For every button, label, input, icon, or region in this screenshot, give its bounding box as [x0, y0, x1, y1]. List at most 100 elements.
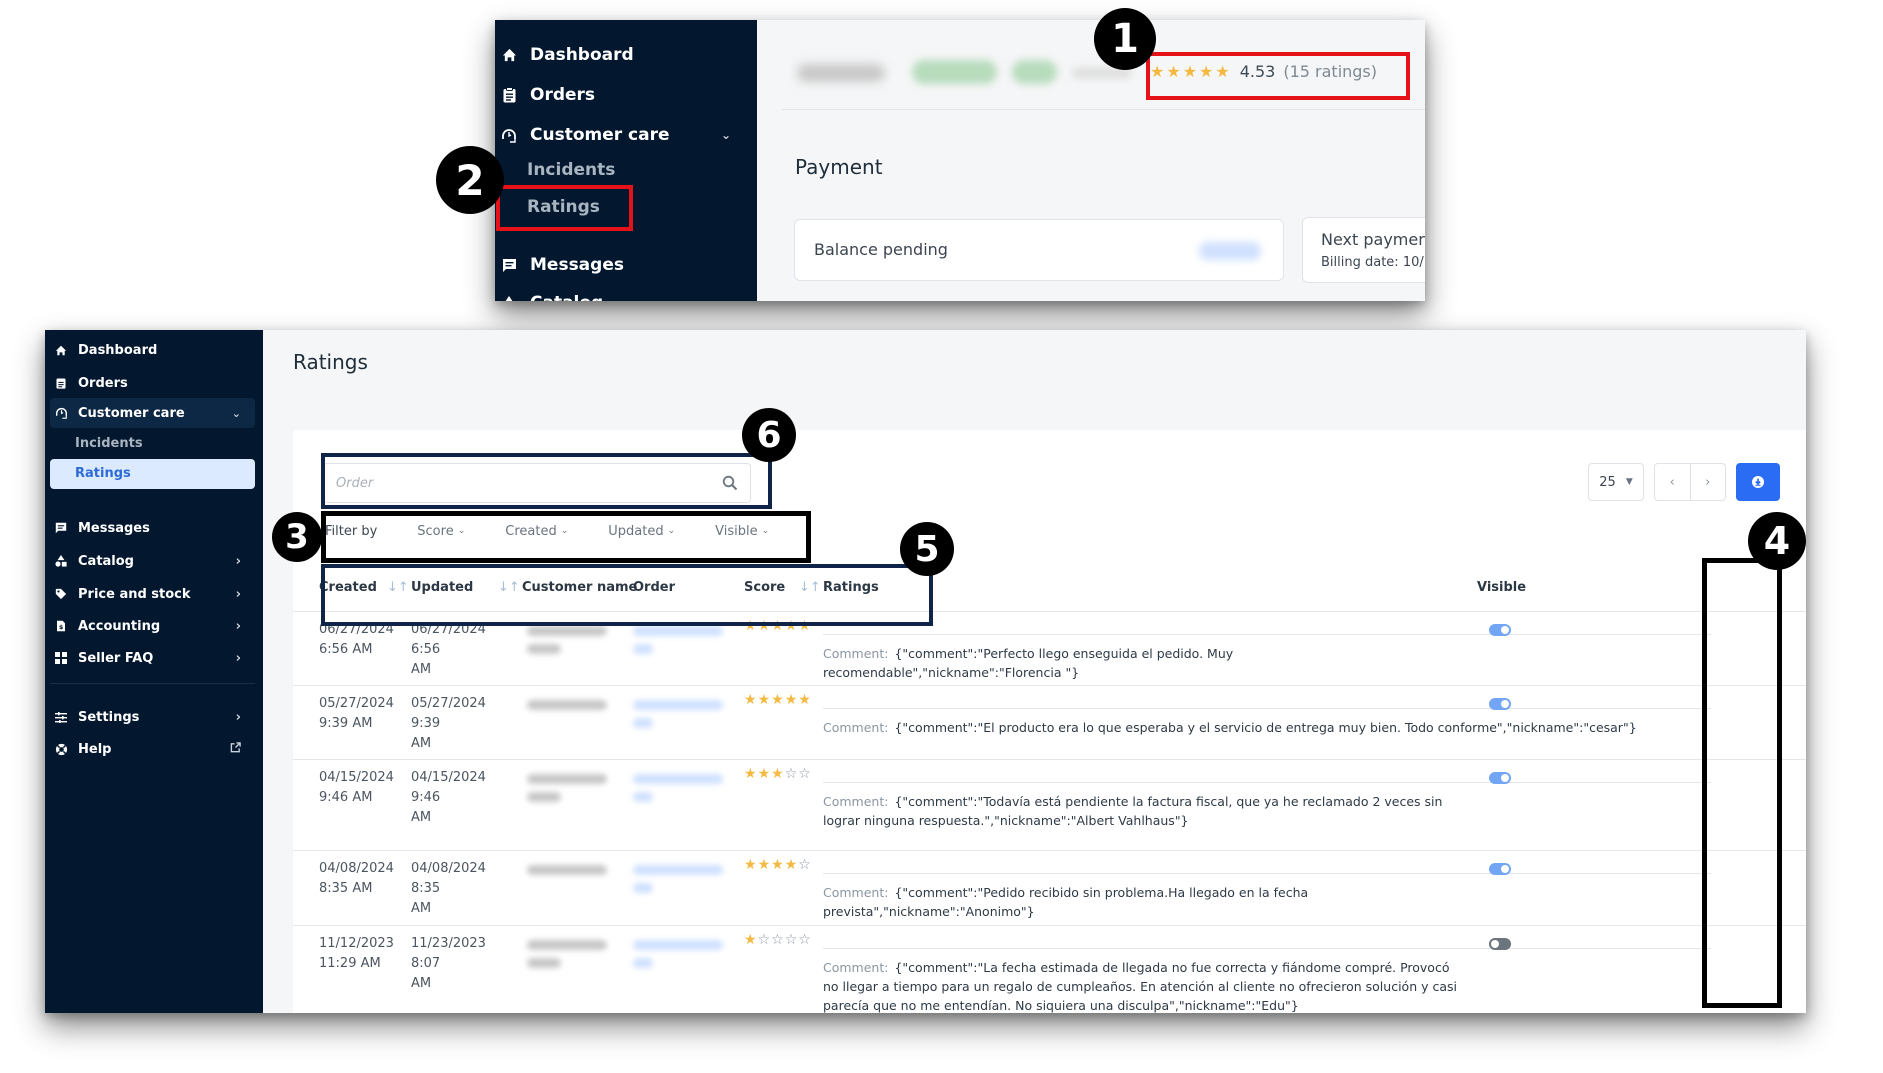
toggle-knob [1501, 865, 1509, 873]
comment-text: {"comment":"Pedido recibido sin problema… [823, 885, 1309, 919]
table-row: 06/27/2024 6:56 AM 06/27/2024 6:56 AM ★★★★★ C… [293, 612, 1806, 686]
annotation-badge-5: 5 [900, 522, 954, 576]
chevron-down-icon: ⌄ [667, 526, 676, 536]
score-stars: ★★★★★ [744, 692, 812, 708]
star-filled-icon: ★ [771, 857, 785, 873]
star-filled-icon: ★ [757, 692, 772, 708]
updated-date: 04/08/2024 8:35 AM [411, 861, 486, 916]
order-link-redacted[interactable] [633, 774, 723, 784]
star-filled-icon: ★ [784, 857, 799, 873]
sidebar-item-label: Accounting [78, 618, 161, 634]
clipboard-icon [500, 87, 518, 103]
filter-label: Visible [715, 523, 758, 539]
sidebar-subitem-incidents[interactable]: Incidents [75, 436, 143, 451]
sort-icon[interactable]: ↓↑ [387, 580, 409, 595]
filter-updated-dropdown[interactable]: Updated ⌄ [608, 524, 675, 539]
sort-icon[interactable]: ↓↑ [498, 580, 520, 595]
sidebar-item-settings[interactable]: Settings › [45, 703, 263, 731]
sidebar-item-customer-care[interactable]: Customer care ⌄ [45, 399, 263, 427]
column-header-created[interactable]: Created [319, 580, 377, 595]
sidebar-item-catalog[interactable]: Catalog › [45, 547, 263, 575]
order-search-field[interactable] [323, 463, 751, 503]
star-filled-icon: ★ [744, 692, 758, 708]
created-date: 04/08/2024 8:35 AM [319, 861, 394, 896]
visible-toggle[interactable] [1489, 938, 1511, 950]
comment-label: Comment: [823, 960, 889, 975]
rating-summary[interactable]: ★★★★★ 4.53 (15 ratings) [1150, 62, 1377, 81]
sidebar-subitem-ratings[interactable]: Ratings [527, 197, 600, 217]
updated-date: 04/15/2024 9:46 AM [411, 770, 486, 825]
download-button[interactable] [1736, 463, 1780, 501]
score-stars: ★★★★★ [744, 618, 812, 634]
order-link-redacted[interactable] [633, 644, 653, 654]
sidebar-item-label: Customer care [530, 125, 670, 145]
sidebar-item-seller-faq[interactable]: Seller FAQ › [45, 644, 263, 672]
sort-icon[interactable]: ↓↑ [799, 580, 821, 595]
customer-name-redacted [527, 940, 607, 950]
star-empty-icon: ☆ [784, 932, 799, 948]
sidebar-item-price-and-stock[interactable]: Price and stock › [45, 580, 263, 608]
comment-label: Comment: [823, 646, 889, 661]
column-header-order: Order [633, 580, 675, 595]
visible-toggle[interactable] [1489, 772, 1511, 784]
rating-comment: Comment: {"comment":"El producto era lo q… [823, 718, 1637, 737]
balance-pending-label: Balance pending [814, 240, 948, 259]
page-size-value: 25 [1599, 474, 1616, 490]
star-filled-icon: ★ [771, 618, 785, 634]
visible-toggle[interactable] [1489, 863, 1511, 875]
next-page-button[interactable]: › [1689, 464, 1726, 500]
score-stars: ★★★☆☆ [744, 766, 812, 782]
order-search-input[interactable] [336, 472, 696, 494]
sidebar-item-label: Dashboard [78, 342, 158, 358]
sidebar-divider [50, 683, 255, 684]
column-header-updated[interactable]: Updated [411, 580, 473, 595]
comment-label: Comment: [823, 794, 889, 809]
order-link-redacted[interactable] [633, 700, 723, 710]
sidebar-item-label: Help [78, 741, 112, 757]
star-filled-icon: ★ [757, 618, 772, 634]
filter-created-dropdown[interactable]: Created ⌄ [505, 524, 568, 539]
order-link-redacted[interactable] [633, 792, 653, 802]
order-link-redacted[interactable] [633, 883, 653, 893]
sidebar-item-dashboard[interactable]: Dashboard [495, 40, 757, 70]
sidebar-item-customer-care[interactable]: Customer care ⌄ [495, 120, 757, 150]
filter-visible-dropdown[interactable]: Visible ⌄ [715, 524, 769, 539]
sidebar-item-accounting[interactable]: $ Accounting › [45, 612, 263, 640]
sidebar-item-messages[interactable]: Messages [495, 250, 757, 280]
order-link-redacted[interactable] [633, 718, 653, 728]
page-size-select[interactable]: 25 ▼ [1588, 463, 1644, 501]
order-link-redacted[interactable] [633, 626, 723, 636]
order-link-redacted[interactable] [633, 940, 723, 950]
column-header-customer-name: Customer name [522, 580, 638, 595]
search-icon[interactable] [722, 475, 738, 491]
comment-text: {"comment":"Todavía está pendiente la fa… [823, 794, 1443, 828]
shapes-icon [54, 555, 68, 567]
filter-score-dropdown[interactable]: Score ⌄ [417, 524, 465, 539]
sidebar-subitem-ratings[interactable]: Ratings [75, 466, 131, 481]
chevron-right-icon: › [235, 650, 241, 666]
sidebar-item-dashboard[interactable]: Dashboard [45, 336, 263, 364]
sidebar-item-messages[interactable]: Messages [45, 514, 263, 542]
prev-page-button[interactable]: ‹ [1655, 464, 1690, 500]
sidebar-item-catalog[interactable]: Catalog [495, 288, 757, 301]
visible-toggle[interactable] [1489, 698, 1511, 710]
order-detail-area: ★★★★★ 4.53 (15 ratings) Payment Balance … [757, 20, 1425, 301]
chevron-down-icon: ⌄ [761, 526, 770, 536]
ratings-card: Filter by Score⌄ Created⌄ Updated⌄ Visib… [293, 430, 1806, 1013]
filter-label: Updated [608, 523, 664, 539]
order-link-redacted[interactable] [633, 958, 653, 968]
star-empty-icon: ☆ [798, 766, 812, 782]
created-date: 11/12/2023 11:29 AM [319, 936, 394, 971]
pagination: ‹ › [1654, 463, 1726, 501]
comment-text: {"comment":"La fecha estimada de llegada… [823, 960, 1457, 1013]
sidebar-item-orders[interactable]: Orders [45, 369, 263, 397]
visible-toggle[interactable] [1489, 624, 1511, 636]
order-link-redacted[interactable] [633, 865, 723, 875]
sidebar-item-orders[interactable]: Orders [495, 80, 757, 110]
column-header-score[interactable]: Score [744, 580, 785, 595]
sidebar-subitem-incidents[interactable]: Incidents [527, 160, 615, 180]
sidebar-item-help[interactable]: Help [45, 735, 263, 763]
filter-label: Score [417, 523, 454, 539]
rating-comment: Comment: {"comment":"Pedido recibido sin … [823, 883, 1463, 921]
tag-icon [54, 588, 68, 600]
